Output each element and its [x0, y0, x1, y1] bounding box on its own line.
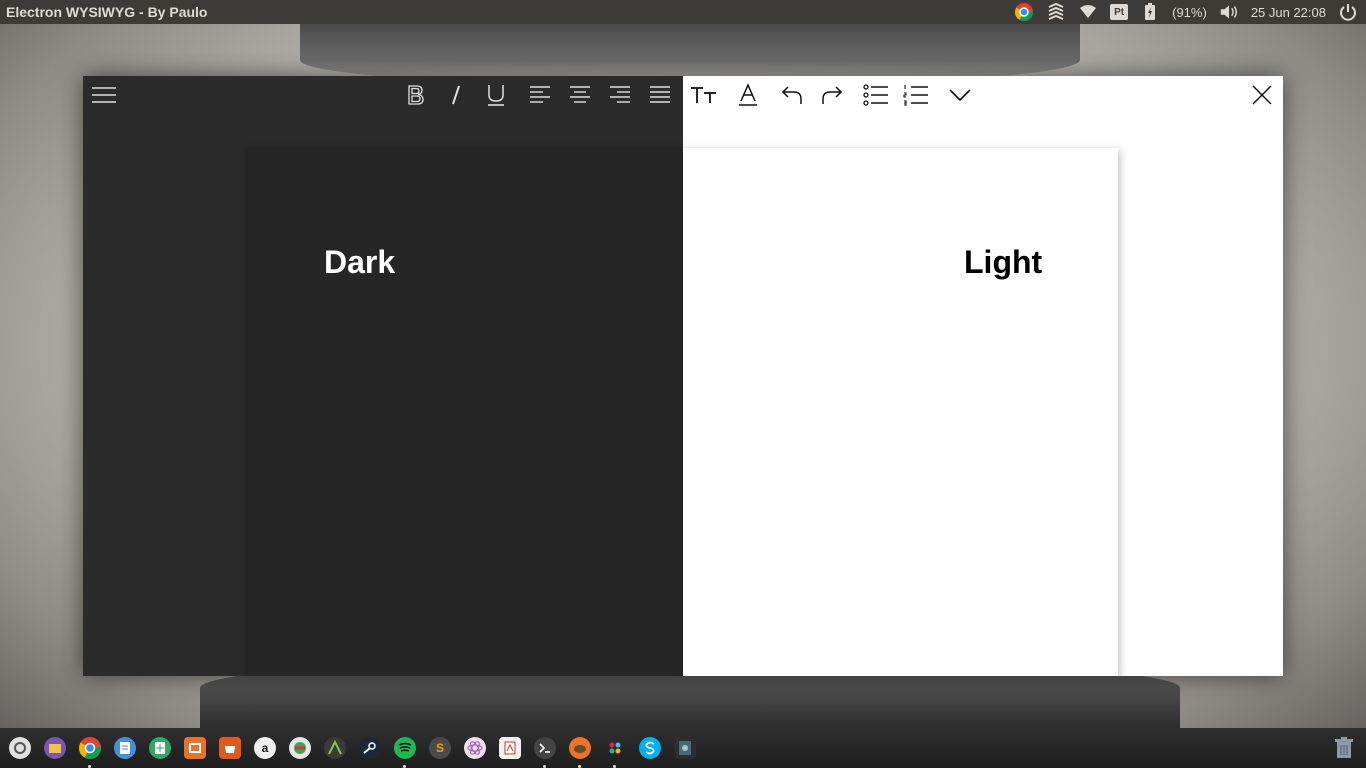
menu-button[interactable]: [90, 83, 118, 107]
align-center-button[interactable]: [566, 83, 594, 107]
steam-icon[interactable]: [359, 737, 381, 759]
power-icon[interactable]: [1338, 2, 1358, 22]
battery-percentage: (91%): [1172, 4, 1207, 20]
chrome-icon[interactable]: [79, 737, 101, 759]
underline-icon: [486, 83, 506, 107]
system-tray: Pt (91%) 25 Jun 22:08: [1014, 2, 1366, 22]
font-color-icon: [737, 83, 759, 107]
font-color-button[interactable]: [734, 83, 762, 107]
align-right-icon: [609, 85, 631, 105]
italic-icon: [448, 84, 464, 106]
app-icon[interactable]: [674, 737, 696, 759]
window-title: Electron WYSIWYG - By Paulo: [6, 4, 208, 20]
synaptic-icon[interactable]: [289, 737, 311, 759]
wifi-icon[interactable]: [1078, 2, 1098, 22]
sheets-icon[interactable]: [149, 737, 171, 759]
atom-icon[interactable]: [464, 737, 486, 759]
align-left-button[interactable]: [526, 83, 554, 107]
dock: a S: [0, 728, 1366, 768]
light-document-page[interactable]: Light: [683, 148, 1118, 676]
chrome-icon[interactable]: [1014, 2, 1034, 22]
align-justify-button[interactable]: [646, 83, 674, 107]
files-icon[interactable]: [44, 737, 66, 759]
redo-button[interactable]: [818, 83, 846, 107]
close-button[interactable]: [1248, 83, 1276, 107]
ubuntu-icon[interactable]: [9, 737, 31, 759]
dark-heading[interactable]: Dark: [324, 244, 395, 281]
bullet-list-button[interactable]: [862, 83, 890, 107]
chevron-down-icon: [948, 88, 972, 102]
numbered-list-icon: [903, 84, 929, 106]
undo-button[interactable]: [778, 83, 806, 107]
align-justify-icon: [649, 85, 671, 105]
keyboard-layout-indicator[interactable]: Pt: [1110, 4, 1129, 20]
align-center-icon: [569, 85, 591, 105]
italic-button[interactable]: [442, 83, 470, 107]
amazon-icon[interactable]: a: [254, 737, 276, 759]
underline-button[interactable]: [482, 83, 510, 107]
toolbar-light-half: [683, 76, 1283, 114]
close-icon: [1252, 85, 1272, 105]
skype-icon[interactable]: [639, 737, 661, 759]
editor-window: Dark Light: [83, 76, 1283, 676]
gimp-icon[interactable]: [569, 737, 591, 759]
android-studio-icon[interactable]: [324, 737, 346, 759]
software-center-icon[interactable]: [219, 737, 241, 759]
align-right-button[interactable]: [606, 83, 634, 107]
slides-icon[interactable]: [184, 737, 206, 759]
dark-document-page[interactable]: Dark: [248, 148, 683, 676]
bold-icon: [406, 84, 426, 106]
document-viewer-icon[interactable]: [499, 737, 521, 759]
terminal-icon[interactable]: [534, 737, 556, 759]
more-options-button[interactable]: [946, 83, 974, 107]
spotify-icon[interactable]: [394, 737, 416, 759]
system-top-bar: Electron WYSIWYG - By Paulo Pt (91%) 25 …: [0, 0, 1366, 24]
trash-icon[interactable]: [1334, 737, 1354, 764]
align-left-icon: [529, 85, 551, 105]
font-size-icon: [690, 85, 718, 105]
battery-icon[interactable]: [1140, 2, 1160, 22]
slack-icon[interactable]: [604, 737, 626, 759]
font-size-button[interactable]: [690, 83, 718, 107]
volume-icon[interactable]: [1219, 2, 1239, 22]
sublime-icon[interactable]: S: [429, 737, 451, 759]
light-heading[interactable]: Light: [964, 244, 1042, 281]
undo-icon: [780, 84, 804, 106]
bold-button[interactable]: [402, 83, 430, 107]
clock[interactable]: 25 Jun 22:08: [1251, 5, 1326, 20]
docs-icon[interactable]: [114, 737, 136, 759]
bullet-list-icon: [863, 84, 889, 106]
numbered-list-button[interactable]: [902, 83, 930, 107]
wallpaper-top: [300, 24, 1080, 84]
menu-icon: [91, 86, 117, 104]
redo-icon: [820, 84, 844, 106]
dropbox-icon[interactable]: [1046, 2, 1066, 22]
